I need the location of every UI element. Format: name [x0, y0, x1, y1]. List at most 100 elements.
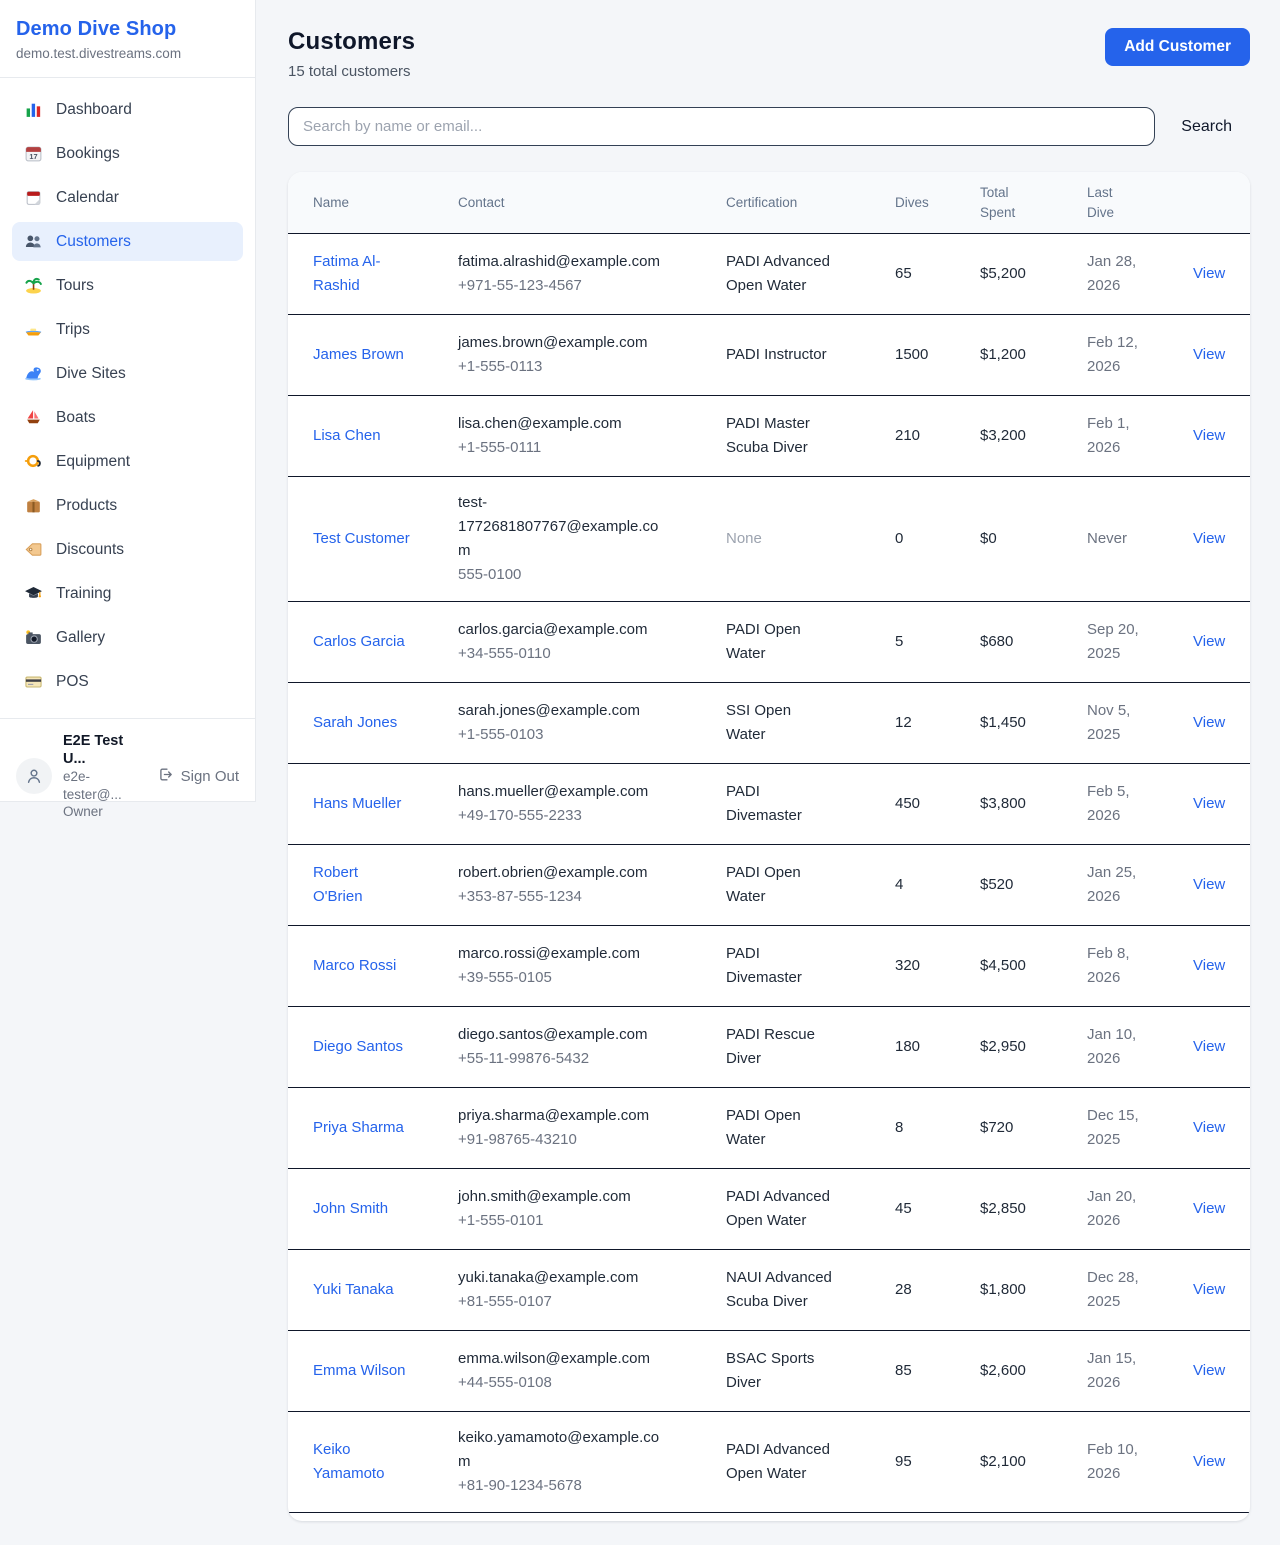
dives-cell: 320: [870, 954, 955, 978]
customer-phone: 555-0100: [458, 563, 683, 587]
contact-cell: keiko.yamamoto@example.com +81-90-1234-5…: [433, 1426, 701, 1498]
name-cell: Carlos Garcia: [288, 630, 433, 654]
contact-cell: hans.mueller@example.com +49-170-555-223…: [433, 780, 701, 828]
customer-email: test-1772681807767@example.com: [458, 491, 665, 563]
sidebar-item-bookings[interactable]: 17 Bookings: [12, 134, 243, 173]
customer-name-link[interactable]: Keiko Yamamoto: [313, 1438, 410, 1486]
view-link[interactable]: View: [1193, 427, 1225, 444]
wave-icon: [24, 364, 43, 383]
customer-name-link[interactable]: Yuki Tanaka: [313, 1278, 394, 1302]
customer-phone: +971-55-123-4567: [458, 274, 683, 298]
main-content: Customers 15 total customers Add Custome…: [256, 0, 1280, 1545]
view-link[interactable]: View: [1193, 1119, 1225, 1136]
view-link[interactable]: View: [1193, 1453, 1225, 1470]
view-link[interactable]: View: [1193, 633, 1225, 650]
view-link[interactable]: View: [1193, 346, 1225, 363]
search-bar: Search: [288, 107, 1250, 146]
dives-cell: 85: [870, 1359, 955, 1383]
column-header-total-spent: Total Spent: [955, 183, 1062, 222]
sidebar-item-products[interactable]: Products: [12, 486, 243, 525]
customer-name-link[interactable]: Test Customer: [313, 527, 410, 551]
customer-name-link[interactable]: James Brown: [313, 343, 404, 367]
page-title-block: Customers 15 total customers: [288, 28, 415, 80]
action-cell: View: [1168, 1359, 1250, 1383]
search-button[interactable]: Search: [1181, 118, 1232, 136]
view-link[interactable]: View: [1193, 1038, 1225, 1055]
action-cell: View: [1168, 711, 1250, 735]
customer-email: marco.rossi@example.com: [458, 942, 665, 966]
view-link[interactable]: View: [1193, 530, 1225, 547]
sidebar-item-gallery[interactable]: Gallery: [12, 618, 243, 657]
sidebar-item-boats[interactable]: Boats: [12, 398, 243, 437]
name-cell: John Smith: [288, 1197, 433, 1221]
sidebar-item-trips[interactable]: Trips: [12, 310, 243, 349]
page-header: Customers 15 total customers Add Custome…: [288, 28, 1250, 80]
view-link[interactable]: View: [1193, 1200, 1225, 1217]
table-row: Hans Mueller hans.mueller@example.com +4…: [288, 764, 1250, 845]
total-spent-cell: $720: [955, 1116, 1062, 1140]
customer-name-link[interactable]: Hans Mueller: [313, 792, 401, 816]
search-input[interactable]: [288, 107, 1155, 146]
customer-phone: +81-90-1234-5678: [458, 1474, 683, 1498]
sidebar-item-label: Tours: [56, 277, 94, 295]
contact-cell: robert.obrien@example.com +353-87-555-12…: [433, 861, 701, 909]
customer-name-link[interactable]: Robert O'Brien: [313, 861, 410, 909]
customer-email: john.smith@example.com: [458, 1185, 665, 1209]
table-row: Emma Wilson emma.wilson@example.com +44-…: [288, 1331, 1250, 1412]
view-link[interactable]: View: [1193, 1281, 1225, 1298]
view-link[interactable]: View: [1193, 714, 1225, 731]
customer-name-link[interactable]: Priya Sharma: [313, 1116, 404, 1140]
action-cell: View: [1168, 792, 1250, 816]
view-link[interactable]: View: [1193, 957, 1225, 974]
sidebar-item-dive-sites[interactable]: Dive Sites: [12, 354, 243, 393]
name-cell: Yuki Tanaka: [288, 1278, 433, 1302]
customer-name-link[interactable]: Fatima Al-Rashid: [313, 250, 410, 298]
calendar-pad-icon: [24, 188, 43, 207]
sidebar-item-label: POS: [56, 673, 89, 691]
last-dive-cell: Feb 8, 2026: [1062, 942, 1168, 990]
shop-name: Demo Dive Shop: [16, 18, 239, 41]
sidebar-item-equipment[interactable]: Equipment: [12, 442, 243, 481]
customer-name-link[interactable]: Lisa Chen: [313, 424, 381, 448]
certification-cell: SSI Open Water: [701, 699, 851, 747]
sidebar-item-dashboard[interactable]: Dashboard: [12, 90, 243, 129]
customer-phone: +1-555-0101: [458, 1209, 683, 1233]
sidebar-item-pos[interactable]: POS: [12, 662, 243, 701]
customer-name-link[interactable]: Diego Santos: [313, 1035, 403, 1059]
customer-name-link[interactable]: Emma Wilson: [313, 1359, 406, 1383]
sidebar-item-calendar[interactable]: Calendar: [12, 178, 243, 217]
sidebar-item-tours[interactable]: Tours: [12, 266, 243, 305]
table-row: Keiko Yamamoto keiko.yamamoto@example.co…: [288, 1412, 1250, 1513]
sidebar-item-label: Bookings: [56, 145, 120, 163]
customer-name-link[interactable]: Carlos Garcia: [313, 630, 405, 654]
name-cell: Emma Wilson: [288, 1359, 433, 1383]
sidebar-item-customers[interactable]: Customers: [12, 222, 243, 261]
name-cell: Robert O'Brien: [288, 861, 433, 909]
certification-cell: BSAC Sports Diver: [701, 1347, 851, 1395]
contact-cell: carlos.garcia@example.com +34-555-0110: [433, 618, 701, 666]
customer-name-link[interactable]: John Smith: [313, 1197, 388, 1221]
customer-name-link[interactable]: Sarah Jones: [313, 711, 397, 735]
customer-email: hans.mueller@example.com: [458, 780, 665, 804]
user-email: e2e-tester@...: [63, 768, 146, 803]
add-customer-button[interactable]: Add Customer: [1105, 28, 1250, 66]
total-spent-cell: $1,800: [955, 1278, 1062, 1302]
customer-email: carlos.garcia@example.com: [458, 618, 665, 642]
action-cell: View: [1168, 1116, 1250, 1140]
view-link[interactable]: View: [1193, 1362, 1225, 1379]
customer-email: lisa.chen@example.com: [458, 412, 665, 436]
customer-phone: +39-555-0105: [458, 966, 683, 990]
contact-cell: diego.santos@example.com +55-11-99876-54…: [433, 1023, 701, 1071]
sidebar-item-training[interactable]: Training: [12, 574, 243, 613]
view-link[interactable]: View: [1193, 265, 1225, 282]
dives-cell: 12: [870, 711, 955, 735]
customer-name-link[interactable]: Marco Rossi: [313, 954, 396, 978]
contact-cell: priya.sharma@example.com +91-98765-43210: [433, 1104, 701, 1152]
view-link[interactable]: View: [1193, 876, 1225, 893]
dives-cell: 1500: [870, 343, 955, 367]
name-cell: Test Customer: [288, 527, 433, 551]
view-link[interactable]: View: [1193, 795, 1225, 812]
sidebar-item-discounts[interactable]: Discounts: [12, 530, 243, 569]
customer-email: emma.wilson@example.com: [458, 1347, 665, 1371]
sign-out-button[interactable]: Sign Out: [157, 766, 239, 787]
